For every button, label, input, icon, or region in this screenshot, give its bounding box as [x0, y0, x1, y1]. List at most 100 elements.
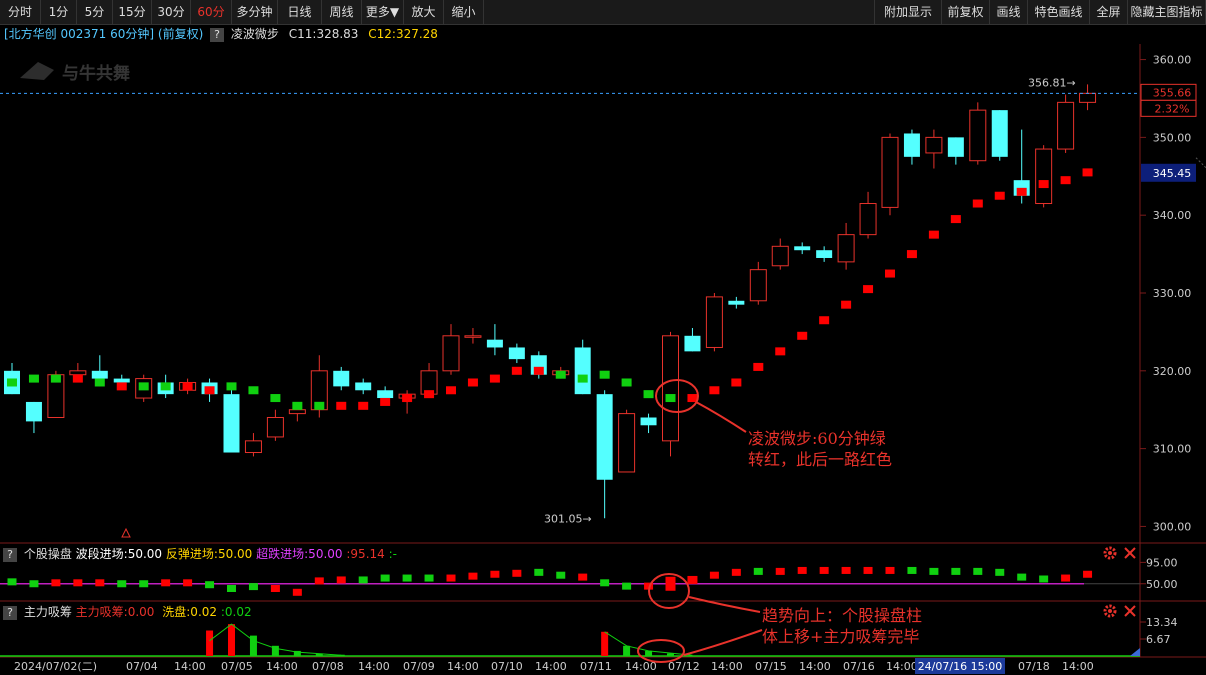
panel2-bar [183, 579, 193, 587]
x-axis-label: 07/05 [221, 660, 253, 673]
indicator-step [994, 191, 1005, 200]
x-axis-label: 14:00 [358, 660, 390, 673]
panel2-bar [336, 576, 346, 584]
panel2-bar [29, 580, 39, 588]
panel2-bar [929, 567, 939, 575]
panel2-bar [951, 567, 961, 575]
indicator-step [1016, 187, 1027, 196]
x-axis-label: 07/16 [843, 660, 875, 673]
indicator-step [841, 300, 852, 309]
panel2-bar [797, 566, 807, 574]
panel2-bar [248, 583, 258, 591]
candle-body [377, 390, 394, 399]
x-axis-label: 14:00 [447, 660, 479, 673]
indicator-step [972, 199, 983, 208]
help-icon[interactable]: ? [3, 548, 17, 562]
gear-center [1108, 551, 1112, 555]
indicator-step [797, 331, 808, 340]
indicator-step [160, 382, 171, 391]
indicator-step [446, 386, 456, 395]
candle-body [837, 234, 855, 263]
close-icon[interactable] [1124, 605, 1136, 617]
panel2-tick-label: 50.00 [1146, 578, 1178, 591]
indicator-step [577, 374, 588, 383]
panel2-bar [446, 574, 456, 582]
candle-body [794, 246, 811, 251]
panel2-tick-label: 95.00 [1146, 556, 1178, 569]
indicator-step [555, 370, 566, 379]
panel2-header: ? 个股操盘 波段进场:50.00 反弹进场:50.00 超跌进场:50.00 … [0, 545, 397, 562]
candle-body [244, 440, 262, 454]
panel2-bar [665, 576, 676, 591]
settings-gear-icon[interactable] [1103, 546, 1117, 560]
panel3-bar [206, 630, 214, 656]
panel2-extra: :- [388, 547, 397, 561]
panel2-bar [161, 579, 171, 587]
panel3-bar [623, 645, 631, 656]
settings-gear-icon[interactable] [1103, 604, 1117, 618]
candle-body [1057, 101, 1075, 150]
indicator-step [906, 250, 917, 259]
indicator-step [533, 366, 544, 375]
x-axis-label: 07/09 [403, 660, 435, 673]
indicator-step [138, 382, 149, 391]
candle-body [991, 110, 1008, 157]
panel2-bar [622, 582, 632, 590]
indicator-step [687, 394, 698, 403]
annotation-arrow [683, 629, 763, 656]
panel2-bar [534, 568, 544, 576]
indicator-step [885, 269, 895, 278]
panel2-bar [578, 573, 588, 581]
x-axis-label: 2024/07/02(二) [14, 660, 97, 673]
price-tick-label: 320.00 [1153, 365, 1192, 378]
panel2-bar [1061, 574, 1071, 582]
x-axis-label: 07/15 [755, 660, 787, 673]
candle-body [333, 370, 350, 387]
annotation-arrow [688, 596, 761, 613]
low-price-label: 301.05→ [544, 512, 592, 525]
indicator-step [116, 382, 127, 391]
candle-body [69, 370, 87, 376]
close-icon[interactable] [1124, 547, 1136, 559]
panel2-bar [841, 566, 851, 574]
x-axis-label: 07/10 [491, 660, 523, 673]
x-axis-label: 07/18 [1018, 660, 1050, 673]
c11-label: 345.45 [1153, 167, 1192, 180]
candle-body [903, 133, 920, 157]
indicator-step [182, 382, 193, 391]
candle-body [749, 269, 767, 302]
indicator-step [314, 401, 325, 410]
panel2-bar [95, 579, 105, 587]
panel2-bar [687, 575, 698, 584]
indicator-step [1038, 180, 1049, 189]
candle-body [1079, 92, 1097, 103]
current-pct-label: 2.32% [1155, 102, 1190, 115]
gear-center [1108, 609, 1112, 613]
price-tick-label: 330.00 [1153, 287, 1192, 300]
panel2-bar [863, 566, 873, 574]
help-icon[interactable]: ? [3, 606, 17, 620]
x-axis-label: 14:00 [799, 660, 831, 673]
panel3-header: ? 主力吸筹 主力吸筹:0.00 洗盘:0.02 :0.02 [0, 603, 252, 620]
panel2-bar [753, 567, 763, 575]
indicator-step [7, 378, 17, 387]
panel2-bar [205, 581, 215, 589]
indicator-step [94, 378, 105, 387]
candle-body [728, 300, 745, 305]
indicator-step [621, 378, 632, 387]
stock-chart[interactable]: 与牛共舞 360.00 350.00 340.00 330.00 320.00 310.0… [0, 0, 1206, 675]
panel2-bar [512, 569, 522, 577]
panel2-rebound: 反弹进场:50.00 [165, 547, 253, 561]
candle-body [442, 335, 460, 372]
panel2-bar [227, 585, 236, 592]
panel3-wash: 洗盘:0.02 [162, 605, 218, 619]
panel2-bar [709, 571, 719, 579]
annotation-1: 凌波微步:60分钟绿 转红，此后一路红色 [748, 428, 892, 470]
annotation-1-line1: 凌波微步:60分钟绿 [748, 429, 886, 448]
candle-body [574, 347, 591, 395]
panel2-bar [468, 572, 478, 580]
watermark-text: 与牛共舞 [62, 63, 130, 84]
indicator-step [643, 390, 654, 399]
candle-body [947, 137, 964, 157]
panel2-bar [358, 576, 368, 584]
